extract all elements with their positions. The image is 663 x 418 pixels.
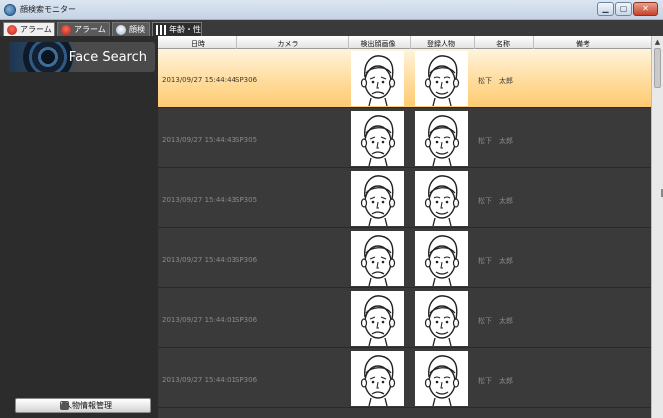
row-camera: SP305	[235, 136, 258, 144]
table-row[interactable]: 2013/09/27 15:44:01 SP306 松下 太郎	[158, 289, 651, 348]
column-divider[interactable]	[474, 36, 475, 49]
person-management-button[interactable]: 人物情報管理	[15, 398, 151, 413]
registered-face-image[interactable]	[415, 351, 468, 406]
column-header-name[interactable]: 名称	[496, 39, 510, 49]
row-name: 松下 太郎	[478, 197, 513, 205]
face-search-icon	[116, 25, 126, 35]
maximize-button[interactable]: ▢	[615, 2, 632, 16]
row-camera: SP306	[235, 376, 258, 384]
row-camera: SP306	[235, 316, 258, 324]
column-divider[interactable]	[533, 36, 534, 49]
alarm-search-icon	[61, 25, 71, 35]
tab-bar: アラーム アラーム検索 顔検索 年齢・性別	[0, 20, 663, 48]
window-controls: ▁ ▢ ✕	[596, 2, 658, 16]
table-header: 日時 カメラ 検出顔画像 登録人物 名称 備考	[158, 36, 651, 49]
alarm-icon	[7, 25, 17, 35]
column-header-registered-person[interactable]: 登録人物	[427, 39, 455, 49]
column-header-camera[interactable]: カメラ	[278, 39, 299, 49]
column-header-detected-face[interactable]: 検出顔画像	[361, 39, 396, 49]
window-titlebar: 顔検索モニター ▁ ▢ ✕	[0, 0, 663, 20]
column-divider[interactable]	[236, 36, 237, 49]
column-header-datetime[interactable]: 日時	[191, 39, 205, 49]
column-header-remarks[interactable]: 備考	[576, 39, 590, 49]
row-camera: SP306	[235, 256, 258, 264]
row-datetime: 2013/09/27 15:44:43	[162, 136, 237, 144]
detected-face-image[interactable]	[351, 111, 404, 166]
column-divider[interactable]	[348, 36, 349, 49]
row-datetime: 2013/09/27 15:44:01	[162, 376, 237, 384]
detected-face-image[interactable]	[351, 231, 404, 286]
detected-face-image[interactable]	[351, 171, 404, 226]
scroll-up-arrow-icon[interactable]: ▲	[653, 37, 662, 47]
row-name: 松下 太郎	[478, 137, 513, 145]
minimize-button[interactable]: ▁	[597, 2, 614, 16]
detected-face-image[interactable]	[351, 291, 404, 346]
row-name: 松下 太郎	[478, 317, 513, 325]
alarm-table: 日時 カメラ 検出顔画像 登録人物 名称 備考 2013/09/27 15:44…	[158, 36, 651, 418]
sidebar: Face Search 人物情報管理	[0, 36, 158, 418]
row-datetime: 2013/09/27 15:44:03	[162, 256, 237, 264]
scrollbar-thumb[interactable]	[654, 48, 661, 88]
row-camera: SP306	[235, 76, 258, 84]
table-row[interactable]: 2013/09/27 15:44:44 SP306 松下 太郎	[158, 49, 651, 108]
registered-face-image[interactable]	[415, 51, 468, 106]
row-name: 松下 太郎	[478, 257, 513, 265]
tab-alarm[interactable]: アラーム	[3, 22, 55, 36]
brand-title: Face Search	[68, 50, 147, 65]
detected-face-image[interactable]	[351, 51, 404, 106]
row-datetime: 2013/09/27 15:44:44	[162, 76, 237, 84]
camera-lens-icon	[23, 42, 73, 72]
table-row[interactable]: 2013/09/27 15:44:01 SP306 松下 太郎	[158, 349, 651, 408]
registered-face-image[interactable]	[415, 171, 468, 226]
table-row[interactable]: 2013/09/27 15:44:43 SP305 松下 太郎	[158, 169, 651, 228]
row-name: 松下 太郎	[478, 377, 513, 385]
row-name: 松下 太郎	[478, 77, 513, 85]
registered-face-image[interactable]	[415, 231, 468, 286]
registered-face-image[interactable]	[415, 291, 468, 346]
row-datetime: 2013/09/27 15:44:43	[162, 196, 237, 204]
row-datetime: 2013/09/27 15:44:01	[162, 316, 237, 324]
bar-chart-icon	[156, 25, 166, 35]
detected-face-image[interactable]	[351, 351, 404, 406]
window-title: 顔検索モニター	[20, 5, 76, 14]
close-button[interactable]: ✕	[633, 2, 658, 16]
person-management-label: 人物情報管理	[64, 401, 112, 410]
vertical-scrollbar[interactable]: ▲	[651, 36, 663, 418]
column-divider[interactable]	[410, 36, 411, 49]
tab-label: アラーム	[20, 25, 52, 34]
row-camera: SP305	[235, 196, 258, 204]
table-row[interactable]: 2013/09/27 15:44:03 SP306 松下 太郎	[158, 229, 651, 288]
tab-alarm-search[interactable]: アラーム検索	[57, 22, 110, 48]
registered-face-image[interactable]	[415, 111, 468, 166]
tab-age-gender[interactable]: 年齢・性別	[152, 22, 202, 48]
tab-face-search[interactable]: 顔検索	[112, 22, 150, 48]
table-row[interactable]: 2013/09/27 15:44:43 SP305 松下 太郎	[158, 109, 651, 168]
brand-banner: Face Search	[9, 42, 155, 72]
app-icon	[4, 4, 16, 16]
person-icon	[60, 401, 69, 410]
